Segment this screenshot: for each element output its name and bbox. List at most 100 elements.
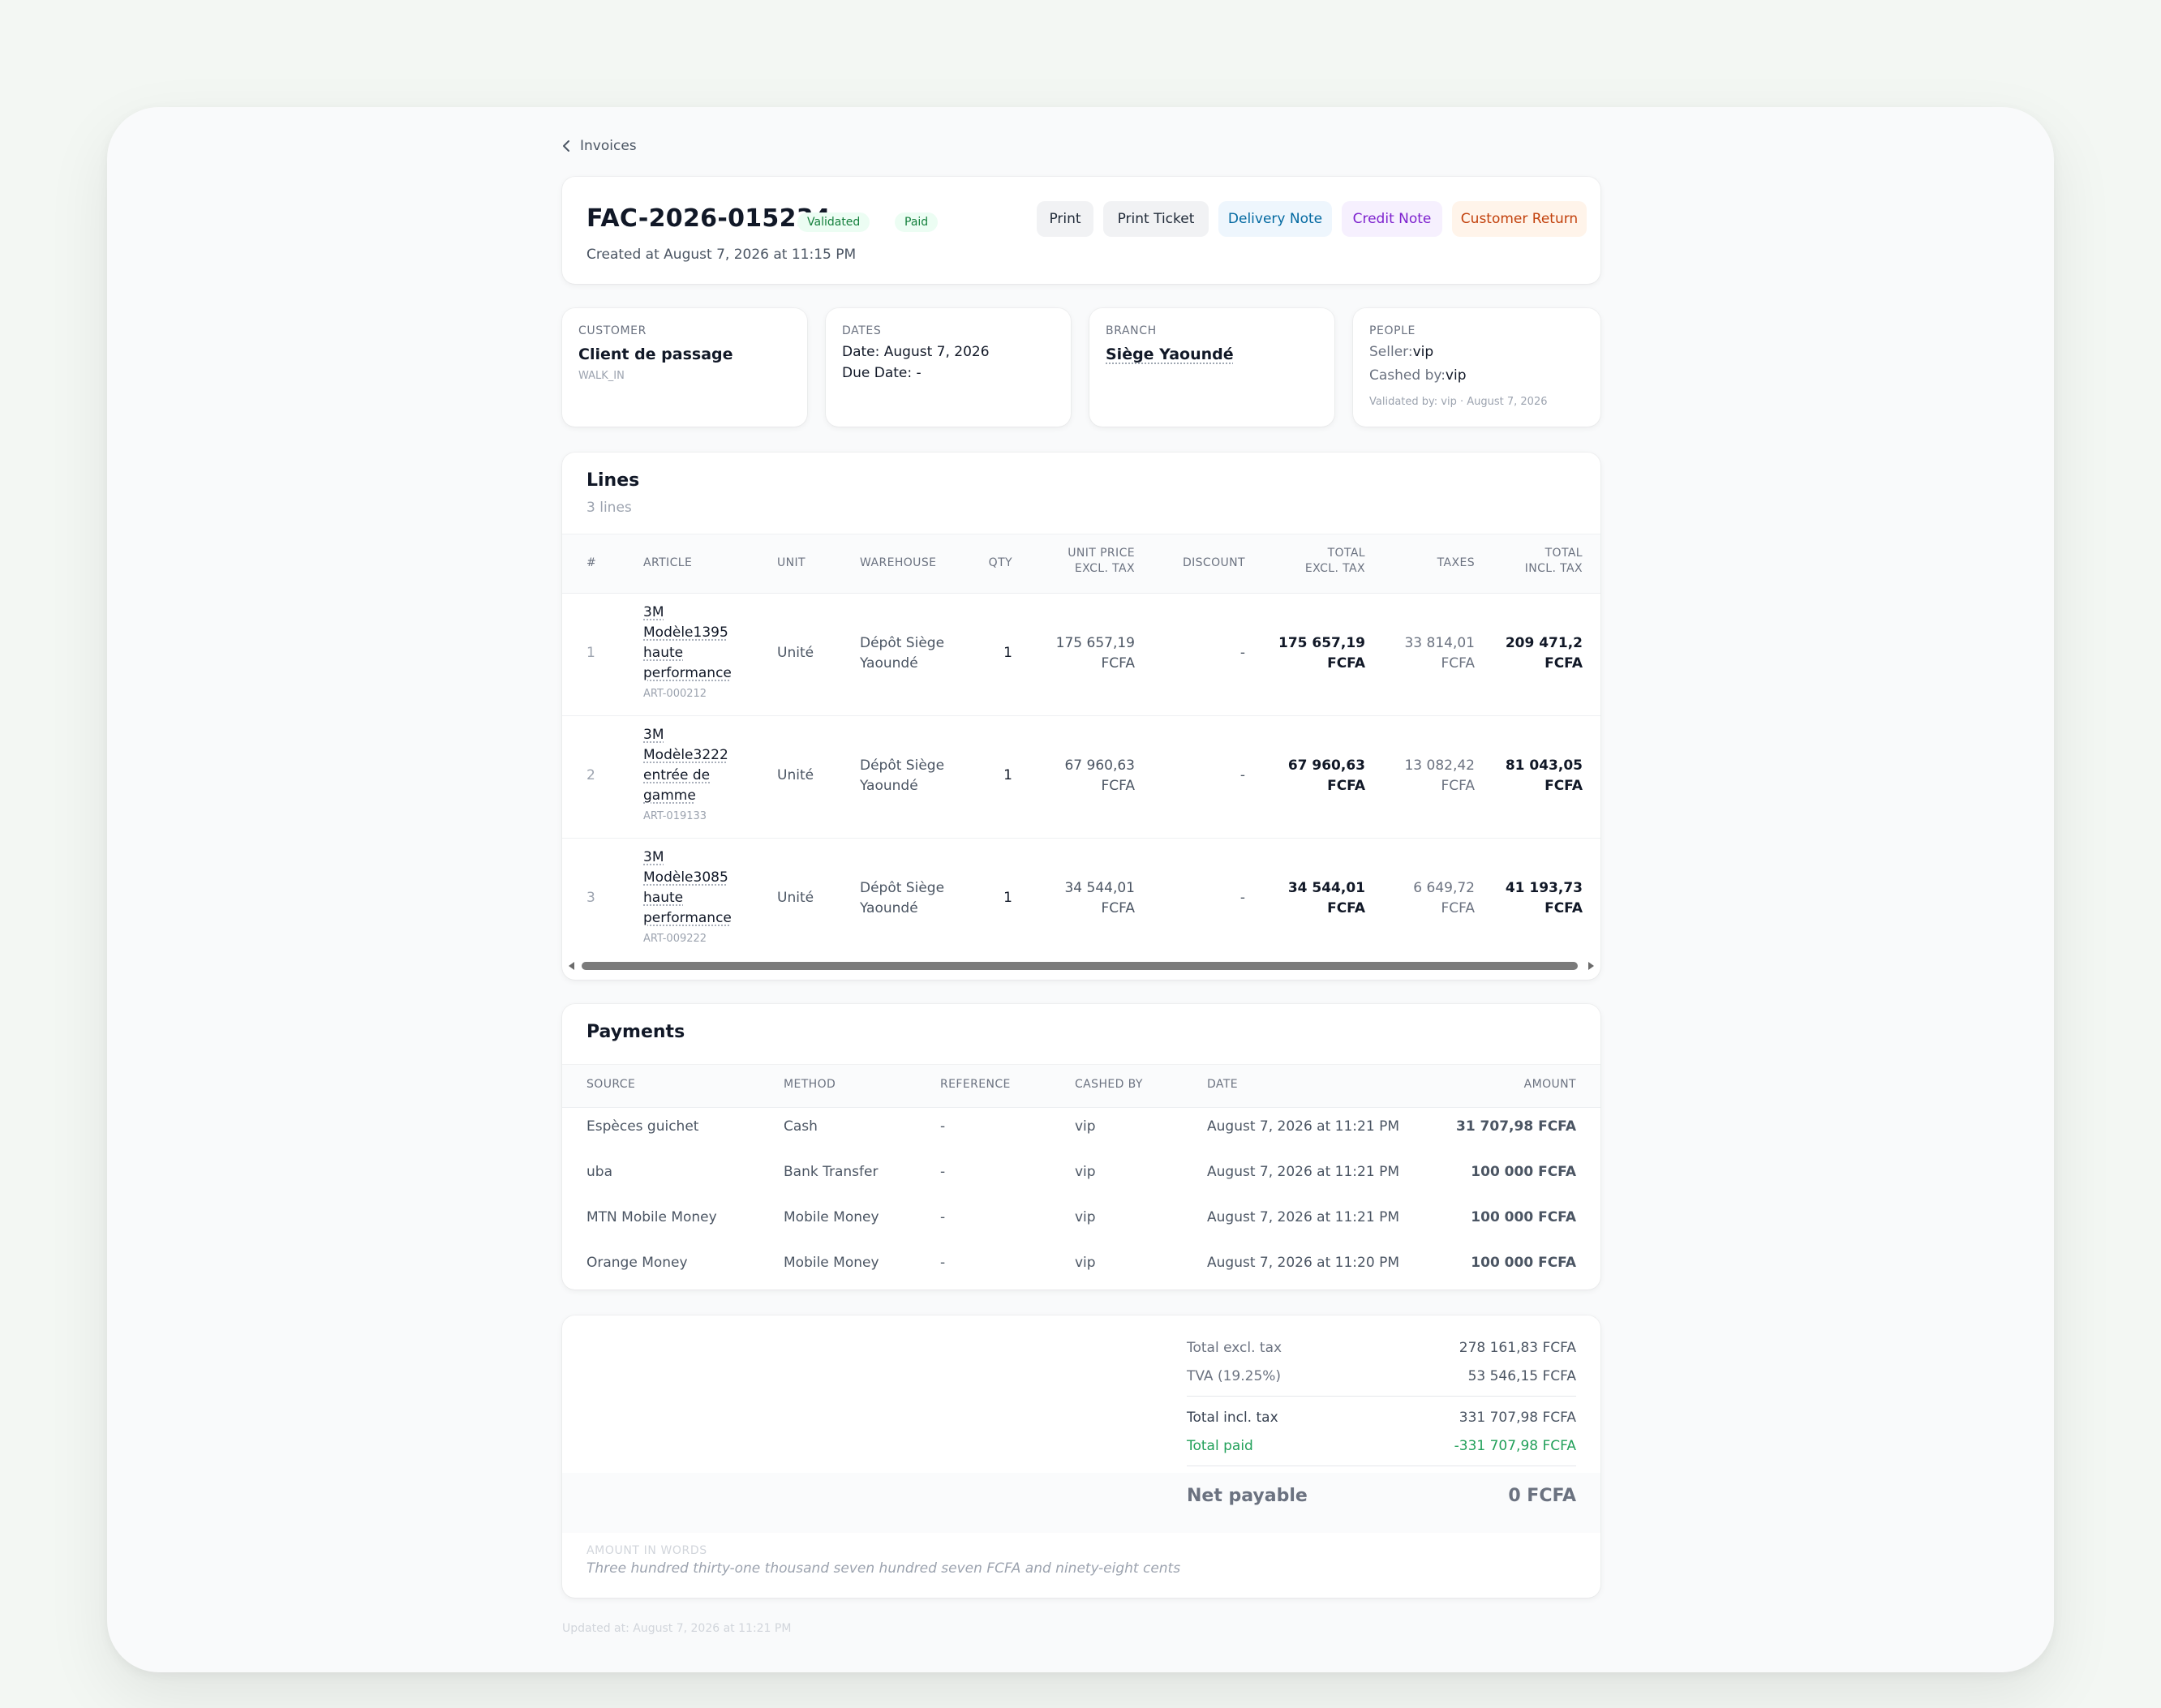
article-cell[interactable]: 3M Modèle1395 haute performance ART-0002… xyxy=(643,603,732,704)
tva-value: 53 546,15 FCFA xyxy=(1467,1368,1576,1384)
invoice-number: FAC-2026-015234 xyxy=(586,204,831,233)
col-warehouse: WAREHOUSE xyxy=(860,556,937,569)
payment-row: Orange Money Mobile Money - vip August 7… xyxy=(562,1242,1600,1288)
dates-label: DATES xyxy=(842,324,882,337)
branch-name[interactable]: Siège Yaoundé xyxy=(1106,345,1234,363)
payment-cashed-by: vip xyxy=(1075,1118,1096,1135)
taxes-cell: 33 814,01 FCFA xyxy=(1404,635,1475,672)
scrollbar-thumb[interactable] xyxy=(582,962,1578,970)
payment-amount: 100 000 FCFA xyxy=(1471,1255,1576,1271)
article-cell[interactable]: 3M Modèle3222 entrée de gamme ART-019133 xyxy=(643,725,728,826)
payment-date: August 7, 2026 at 11:21 PM xyxy=(1207,1118,1399,1135)
status-badge-paid: Paid xyxy=(895,212,939,232)
total-incl-cell: 209 471,2 FCFA xyxy=(1505,635,1583,672)
payment-cashed-by: vip xyxy=(1075,1255,1096,1271)
discount-cell: - xyxy=(1239,890,1245,906)
delivery-note-button[interactable]: Delivery Note xyxy=(1218,201,1332,237)
total-incl-cell: 81 043,05 FCFA xyxy=(1505,757,1583,794)
taxes-cell: 6 649,72 FCFA xyxy=(1413,880,1475,916)
validated-by: Validated by: vip · August 7, 2026 xyxy=(1369,396,1548,408)
total-excl-label: Total excl. tax xyxy=(1187,1340,1282,1356)
scroll-right-arrow-icon[interactable] xyxy=(1588,962,1594,970)
created-at: Created at August 7, 2026 at 11:15 PM xyxy=(586,247,857,263)
breadcrumb-invoices-link[interactable]: Invoices xyxy=(580,138,637,154)
qty-cell: 1 xyxy=(1003,767,1012,783)
net-payable-label: Net payable xyxy=(1187,1486,1308,1506)
customer-card: CUSTOMER Client de passage WALK_IN xyxy=(562,308,807,427)
payment-method: Mobile Money xyxy=(784,1209,879,1225)
payment-cashed-by: vip xyxy=(1075,1164,1096,1180)
print-button[interactable]: Print xyxy=(1037,201,1093,237)
col-amount: AMOUNT xyxy=(1523,1078,1576,1091)
dates-card: DATES Date: August 7, 2026 Due Date: - xyxy=(826,308,1071,427)
payments-table-header: SOURCE METHOD REFERENCE CASHED BY DATE A… xyxy=(562,1064,1600,1108)
payment-row: MTN Mobile Money Mobile Money - vip Augu… xyxy=(562,1197,1600,1242)
col-unit-price: UNIT PRICE EXCL. TAX xyxy=(1068,547,1135,575)
people-label: PEOPLE xyxy=(1369,324,1416,337)
net-payable-row-bg xyxy=(562,1473,1600,1533)
col-cashed-by: CASHED BY xyxy=(1075,1078,1143,1091)
warehouse-cell: Dépôt Siège Yaoundé xyxy=(860,757,945,794)
col-date: DATE xyxy=(1207,1078,1239,1091)
payment-reference: - xyxy=(940,1164,946,1180)
total-incl-value: 331 707,98 FCFA xyxy=(1459,1410,1576,1426)
payment-date: August 7, 2026 at 11:21 PM xyxy=(1207,1209,1399,1225)
print-ticket-button[interactable]: Print Ticket xyxy=(1103,201,1209,237)
lines-count: 3 lines xyxy=(586,500,632,516)
payment-reference: - xyxy=(940,1209,946,1225)
payment-amount: 100 000 FCFA xyxy=(1471,1209,1576,1225)
scroll-left-arrow-icon[interactable] xyxy=(569,962,574,970)
net-payable-value: 0 FCFA xyxy=(1508,1486,1576,1506)
lines-table-header: # ARTICLE UNIT WAREHOUSE QTY UNIT PRICE E… xyxy=(562,534,1600,594)
col-num: # xyxy=(586,556,597,569)
customer-return-button[interactable]: Customer Return xyxy=(1452,201,1587,237)
total-excl-value: 278 161,83 FCFA xyxy=(1459,1340,1576,1356)
customer-label: CUSTOMER xyxy=(578,324,647,337)
divider xyxy=(1187,1396,1576,1397)
breadcrumb[interactable]: Invoices xyxy=(562,138,637,154)
unit-cell: Unité xyxy=(777,645,814,661)
article-cell[interactable]: 3M Modèle3085 haute performance ART-0092… xyxy=(643,848,732,949)
taxes-cell: 13 082,42 FCFA xyxy=(1404,757,1475,794)
line-number: 2 xyxy=(586,767,595,783)
totals-card: Total excl. tax 278 161,83 FCFA TVA (19.… xyxy=(562,1315,1600,1598)
cashed-by-line: Cashed by:vip xyxy=(1369,367,1467,384)
total-incl-cell: 41 193,73 FCFA xyxy=(1505,880,1583,916)
date-line: Date: August 7, 2026 xyxy=(842,344,990,360)
article-code: ART-009222 xyxy=(643,933,707,945)
col-unit: UNIT xyxy=(777,556,806,569)
unit-price-cell: 175 657,19 FCFA xyxy=(1055,635,1135,672)
payments-card: Payments SOURCE METHOD REFERENCE CASHED … xyxy=(562,1004,1600,1290)
payment-method: Mobile Money xyxy=(784,1255,879,1271)
total-paid-value: -331 707,98 FCFA xyxy=(1454,1438,1576,1454)
cashed-by-name: vip xyxy=(1445,367,1467,384)
table-row: 1 3M Modèle1395 haute performance ART-00… xyxy=(562,593,1600,716)
payment-date: August 7, 2026 at 11:21 PM xyxy=(1207,1164,1399,1180)
payments-title: Payments xyxy=(586,1022,685,1042)
status-badge-validated: Validated xyxy=(797,212,870,232)
customer-name: Client de passage xyxy=(578,345,733,363)
amount-in-words-label: AMOUNT IN WORDS xyxy=(586,1544,707,1557)
col-taxes: TAXES xyxy=(1437,556,1475,569)
invoice-header-card: FAC-2026-015234 Validated Paid Created a… xyxy=(562,177,1600,284)
article-code: ART-019133 xyxy=(643,810,707,822)
warehouse-cell: Dépôt Siège Yaoundé xyxy=(860,635,945,672)
tva-label: TVA (19.25%) xyxy=(1187,1368,1282,1384)
payment-source: Espèces guichet xyxy=(586,1118,699,1135)
article-code: ART-000212 xyxy=(643,688,707,700)
amount-in-words: Three hundred thirty-one thousand seven … xyxy=(586,1560,1181,1577)
due-date-line: Due Date: - xyxy=(842,365,922,381)
horizontal-scrollbar[interactable] xyxy=(562,957,1600,973)
total-excl-cell: 34 544,01 FCFA xyxy=(1287,880,1365,916)
unit-cell: Unité xyxy=(777,767,814,783)
customer-code: WALK_IN xyxy=(578,370,625,382)
seller-line: Seller:vip xyxy=(1369,344,1434,360)
unit-price-cell: 67 960,63 FCFA xyxy=(1064,757,1135,794)
qty-cell: 1 xyxy=(1003,890,1012,906)
credit-note-button[interactable]: Credit Note xyxy=(1342,201,1442,237)
payment-source: uba xyxy=(586,1164,612,1180)
payment-cashed-by: vip xyxy=(1075,1209,1096,1225)
payment-row: Espèces guichet Cash - vip August 7, 202… xyxy=(562,1106,1600,1152)
payment-row: uba Bank Transfer - vip August 7, 2026 a… xyxy=(562,1152,1600,1197)
payment-source: Orange Money xyxy=(586,1255,688,1271)
